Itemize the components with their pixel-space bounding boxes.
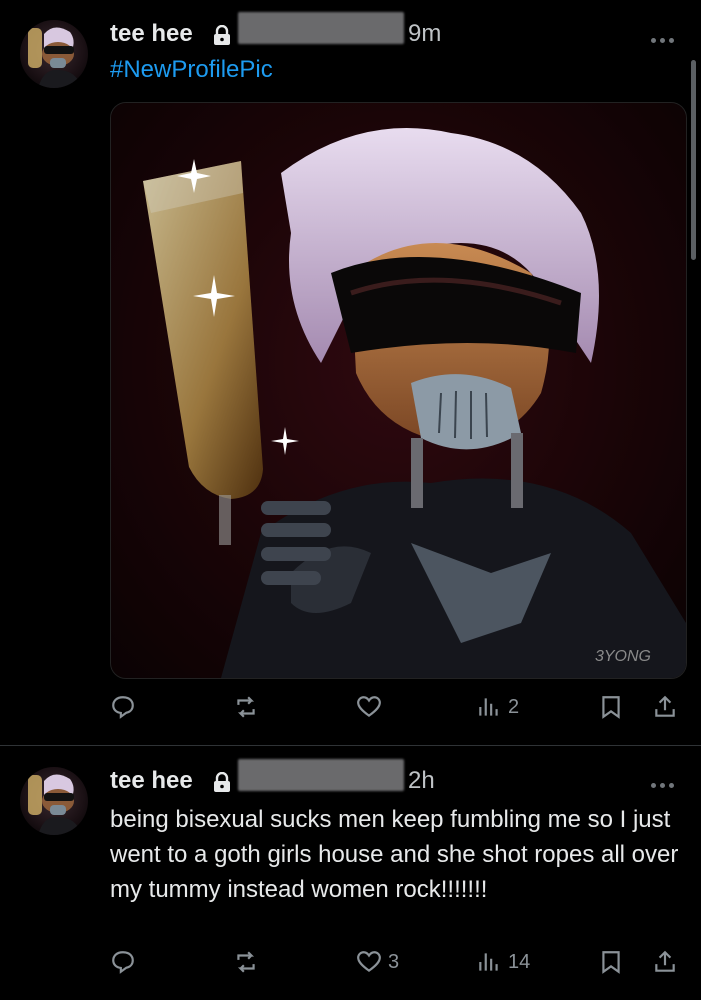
views-button[interactable]: 2 xyxy=(476,690,519,724)
handle-redacted xyxy=(238,12,404,44)
more-icon[interactable] xyxy=(651,775,679,788)
reply-button[interactable] xyxy=(110,690,136,724)
like-button[interactable]: 3 xyxy=(356,945,399,979)
views-icon xyxy=(479,698,498,716)
bookmark-button[interactable] xyxy=(598,945,624,979)
like-icon xyxy=(357,951,381,972)
retweet-icon xyxy=(237,696,255,718)
bookmark-icon xyxy=(602,696,620,719)
avatar[interactable] xyxy=(20,20,88,88)
like-icon xyxy=(357,696,381,717)
timestamp[interactable]: 2h xyxy=(408,767,435,795)
image-signature: 3YONG xyxy=(595,648,651,665)
share-icon xyxy=(655,695,675,717)
avatar[interactable] xyxy=(20,767,88,835)
view-count: 14 xyxy=(508,950,531,973)
retweet-icon xyxy=(237,951,255,973)
lock-icon xyxy=(214,25,230,45)
more-icon[interactable] xyxy=(651,30,679,43)
share-icon xyxy=(655,950,675,972)
reply-icon xyxy=(112,951,134,974)
hashtag-link[interactable]: #NewProfilePic xyxy=(110,56,273,84)
retweet-button[interactable] xyxy=(233,690,259,724)
like-count: 3 xyxy=(388,950,400,973)
tweet-text: being bisexual sucks men keep fumbling m… xyxy=(110,806,679,903)
view-count: 2 xyxy=(508,695,520,718)
display-name[interactable]: tee hee xyxy=(110,767,193,795)
like-button[interactable] xyxy=(356,690,388,724)
tweet[interactable]: tee hee 2h being bisexual sucks men keep… xyxy=(0,747,701,1000)
views-icon xyxy=(479,953,498,971)
lock-icon xyxy=(214,772,230,792)
reply-icon xyxy=(112,696,134,719)
share-button[interactable] xyxy=(652,690,678,724)
retweet-button[interactable] xyxy=(233,945,259,979)
reply-button[interactable] xyxy=(110,945,136,979)
views-button[interactable]: 14 xyxy=(476,945,530,979)
share-button[interactable] xyxy=(652,945,678,979)
tweet-divider xyxy=(0,745,701,746)
display-name[interactable]: tee hee xyxy=(110,20,193,48)
tweet-image[interactable]: 3YONG xyxy=(110,102,687,679)
scrollbar[interactable] xyxy=(691,60,696,260)
tweet-actions: 3 14 xyxy=(0,945,701,979)
bookmark-icon xyxy=(602,951,620,974)
bookmark-button[interactable] xyxy=(598,690,624,724)
tweet-actions: 2 xyxy=(0,690,701,724)
tweet[interactable]: tee hee 9m #NewProfilePic 3YONG 2 xyxy=(0,0,701,745)
timestamp[interactable]: 9m xyxy=(408,20,441,48)
handle-redacted xyxy=(238,759,404,791)
